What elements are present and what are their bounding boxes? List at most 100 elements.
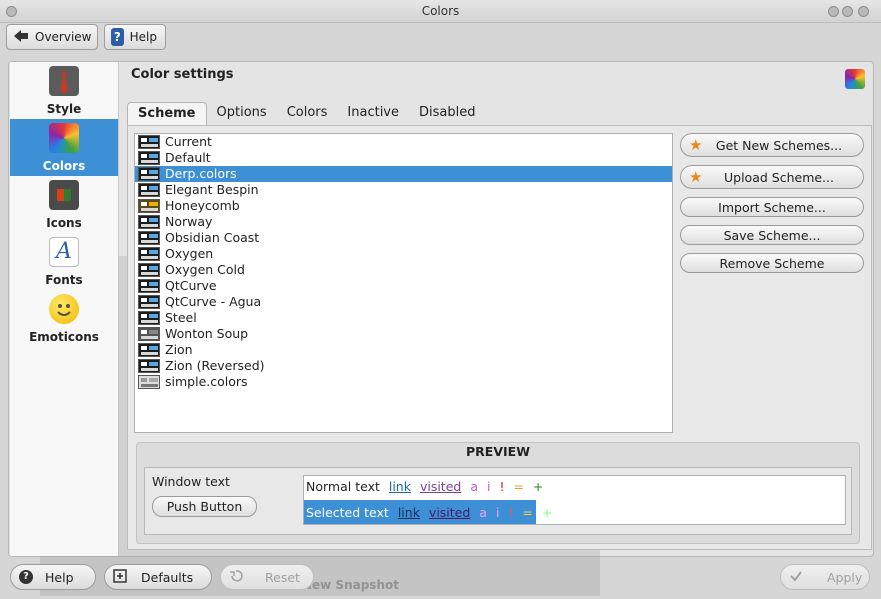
help-bottom-button[interactable]: ? Help <box>10 564 96 590</box>
tab-options[interactable]: Options <box>207 102 277 126</box>
help-bottom-label: Help <box>45 569 74 585</box>
sidebar-item-label: Icons <box>46 216 82 230</box>
apply-label: Apply <box>827 569 863 585</box>
scheme-preview-icon <box>138 375 160 389</box>
undo-icon <box>229 569 243 586</box>
scheme-item-selected[interactable]: Derp.colors <box>135 166 672 182</box>
scheme-item[interactable]: Obsidian Coast <box>135 230 672 246</box>
scheme-preview-icon <box>138 327 160 341</box>
remove-scheme-label: Remove Scheme <box>719 255 825 271</box>
preview-title: PREVIEW <box>466 444 530 459</box>
preview-selected-visited[interactable]: visited <box>429 505 470 520</box>
close-icon[interactable] <box>858 6 869 17</box>
scheme-item[interactable]: Current <box>135 134 672 150</box>
scheme-preview-icon <box>138 263 160 277</box>
sidebar-item-label: Style <box>46 102 82 116</box>
sidebar-item-emoticons[interactable]: Emoticons <box>10 290 118 347</box>
tab-colors[interactable]: Colors <box>277 102 338 126</box>
scheme-preview-icon <box>138 183 160 197</box>
preview-selected-link[interactable]: link <box>398 505 420 520</box>
tab-disabled[interactable]: Disabled <box>409 102 485 126</box>
scheme-item[interactable]: Wonton Soup <box>135 326 672 342</box>
scheme-preview-icon <box>138 343 160 357</box>
preview-normal-line: Normal text link visited a i ! = + <box>306 479 548 494</box>
preview-visited[interactable]: visited <box>420 479 461 494</box>
checkmark-icon <box>789 569 803 586</box>
help-icon: ? <box>111 28 124 46</box>
help-button[interactable]: ? Help <box>104 24 166 50</box>
apply-button[interactable]: Apply <box>780 564 870 590</box>
preview-link[interactable]: link <box>389 479 411 494</box>
overview-button[interactable]: Overview <box>6 24 98 50</box>
preview-neutral: = <box>513 479 524 494</box>
star-icon: ★ <box>689 136 703 154</box>
scheme-item[interactable]: Default <box>135 150 672 166</box>
sidebar-item-label: Emoticons <box>29 330 99 344</box>
color-palette-icon <box>49 123 79 153</box>
preview-selected-negative: ! <box>508 505 514 520</box>
sidebar-item-label: Fonts <box>45 273 83 287</box>
preview-normal-text: Normal text <box>306 479 380 494</box>
reset-label: Reset <box>265 569 300 585</box>
preview-selected-line: Selected text link visited a i ! = + <box>306 505 557 520</box>
scheme-preview-icon <box>138 199 160 213</box>
scheme-item[interactable]: Zion (Reversed) <box>135 358 672 374</box>
sidebar-item-fonts[interactable]: A Fonts <box>10 233 118 290</box>
sidebar-item-icons[interactable]: Icons <box>10 176 118 233</box>
overview-label: Overview <box>35 30 92 44</box>
preview-window-text: Window text <box>152 474 230 489</box>
scheme-preview-icon <box>138 295 160 309</box>
sidebar-item-colors[interactable]: Colors <box>10 119 118 176</box>
preview-selected-neutral: = <box>522 505 533 520</box>
preview-selected-text: Selected text <box>306 505 389 520</box>
save-scheme-label: Save Scheme... <box>723 227 821 243</box>
content-title: Color settings <box>131 67 234 82</box>
upload-scheme-button[interactable]: ★ Upload Scheme... <box>680 165 864 189</box>
tie-icon <box>49 66 79 96</box>
preview-negative: ! <box>499 479 505 494</box>
import-scheme-button[interactable]: Import Scheme... <box>680 197 864 217</box>
preview-selected-a: a <box>479 505 487 520</box>
scheme-preview-icon <box>138 135 160 149</box>
colors-kcm-icon <box>845 69 865 89</box>
scheme-item[interactable]: QtCurve <box>135 278 672 294</box>
scheme-item[interactable]: Honeycomb <box>135 198 672 214</box>
window-titlebar: Colors <box>0 0 881 23</box>
scheme-preview-icon <box>138 311 160 325</box>
font-icon: A <box>49 237 79 267</box>
tab-scheme[interactable]: Scheme <box>127 102 207 126</box>
minimize-icon[interactable] <box>828 6 839 17</box>
star-icon: ★ <box>689 168 703 186</box>
defaults-button[interactable]: Defaults <box>104 564 212 590</box>
bottom-button-bar: ? Help Defaults Reset Apply <box>0 560 881 599</box>
tab-bar: Scheme Options Colors Inactive Disabled <box>127 102 485 126</box>
scheme-preview-icon <box>138 279 160 293</box>
maximize-icon[interactable] <box>842 6 853 17</box>
sidebar: Style Colors Icons A Fonts Emoticons <box>10 62 119 556</box>
scheme-item[interactable]: Oxygen <box>135 246 672 262</box>
scheme-preview-icon <box>138 231 160 245</box>
remove-scheme-button[interactable]: Remove Scheme <box>680 253 864 273</box>
get-new-schemes-label: Get New Schemes... <box>715 137 843 153</box>
preview-active-a: a <box>470 479 478 494</box>
scheme-item[interactable]: Steel <box>135 310 672 326</box>
defaults-label: Defaults <box>141 569 194 585</box>
save-scheme-button[interactable]: Save Scheme... <box>680 225 864 245</box>
upload-scheme-label: Upload Scheme... <box>724 169 834 185</box>
scheme-item[interactable]: Elegant Bespin <box>135 182 672 198</box>
scheme-preview-icon <box>138 215 160 229</box>
import-scheme-label: Import Scheme... <box>718 199 826 215</box>
scheme-item[interactable]: Zion <box>135 342 672 358</box>
reset-button[interactable]: Reset <box>220 564 314 590</box>
window-menu-icon[interactable] <box>6 6 17 17</box>
scheme-item[interactable]: simple.colors <box>135 374 672 390</box>
tab-inactive[interactable]: Inactive <box>337 102 409 126</box>
scheme-item[interactable]: QtCurve - Agua <box>135 294 672 310</box>
get-new-schemes-button[interactable]: ★ Get New Schemes... <box>680 133 864 157</box>
scheme-list[interactable]: Current Default Derp.colors Elegant Besp… <box>134 133 673 433</box>
preview-push-button[interactable]: Push Button <box>152 496 257 517</box>
sidebar-item-style[interactable]: Style <box>10 62 118 119</box>
scheme-item[interactable]: Oxygen Cold <box>135 262 672 278</box>
preview-selected-i: i <box>495 505 500 520</box>
scheme-item[interactable]: Norway <box>135 214 672 230</box>
